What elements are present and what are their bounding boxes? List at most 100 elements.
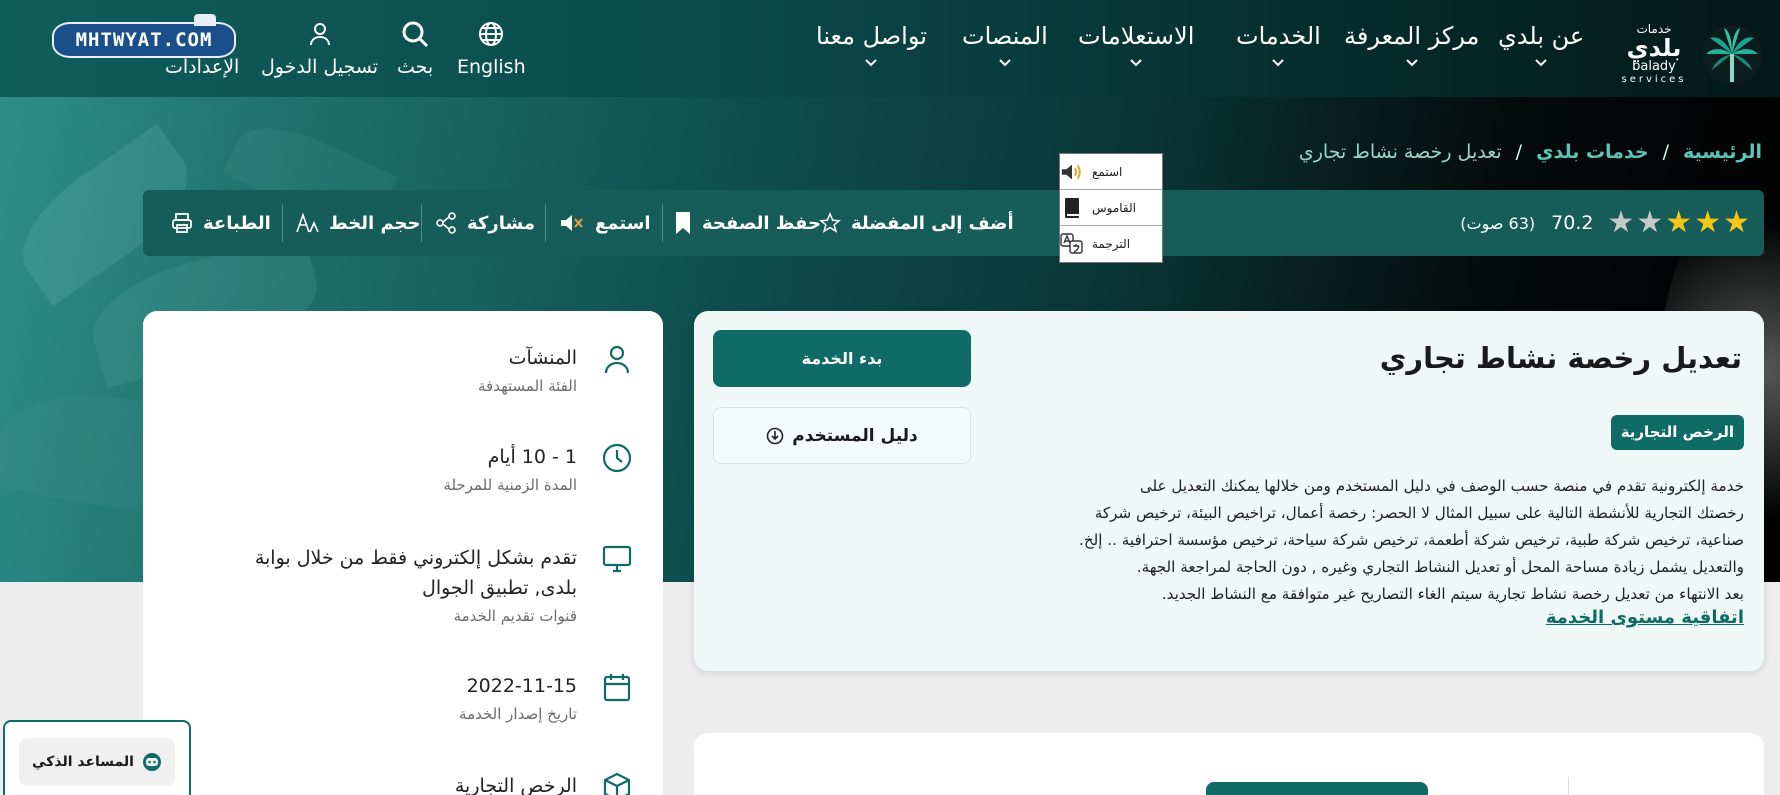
- language-switch[interactable]: English: [457, 18, 526, 78]
- fact-value: 1 - 10 أيام: [487, 446, 577, 468]
- printer-icon: [172, 213, 192, 233]
- star-empty-icon[interactable]: ★: [1636, 208, 1663, 238]
- smart-assistant-button[interactable]: المساعد الذكي: [19, 738, 175, 786]
- breadcrumb-current: تعديل رخصة نشاط تجاري: [1298, 141, 1502, 163]
- popup-listen-label: استمع: [1092, 164, 1123, 179]
- smart-assistant-widget[interactable]: المساعد الذكي: [3, 720, 191, 795]
- nav-label: الخدمات: [1236, 22, 1321, 50]
- nav-label: عن بلدي: [1498, 22, 1585, 50]
- font-size-label: حجم الخط: [329, 212, 421, 234]
- rating-widget[interactable]: ★ ★ ★ ★ ★ 70.2 (63 صوت): [1460, 190, 1750, 256]
- box-icon: [603, 772, 631, 795]
- star-filled-icon[interactable]: ★: [1694, 208, 1721, 238]
- fact-label: قنوات تقديم الخدمة: [453, 607, 577, 625]
- category-badge[interactable]: الرخص التجارية: [1610, 415, 1744, 450]
- popup-translate[interactable]: الترجمة: [1060, 226, 1162, 262]
- breadcrumb: الرئيسية / خدمات بلدي / تعديل رخصة نشاط …: [1299, 141, 1762, 163]
- fact-release-date: 2022-11-15 تاريخ إصدار الخدمة: [459, 671, 633, 723]
- toolbar-divider: [545, 204, 546, 242]
- nav-label: تواصل معنا: [816, 22, 927, 50]
- nav-item-inquiries[interactable]: الاستعلامات: [1078, 22, 1194, 70]
- fact-label: تاريخ إصدار الخدمة: [459, 705, 577, 723]
- nav-label: مركز المعرفة: [1344, 22, 1480, 50]
- rating-votes: (63 صوت): [1460, 213, 1536, 233]
- description-line: والتعديل يشمل زيادة مساحة المحل أو تعديل…: [1136, 558, 1744, 576]
- globe-icon: [477, 18, 505, 50]
- search-label: بحث: [397, 56, 434, 78]
- fact-duration: 1 - 10 أيام المدة الزمنية للمرحلة: [443, 442, 633, 494]
- popup-dictionary[interactable]: القاموس: [1060, 190, 1162, 226]
- nav-item-about[interactable]: عن بلدي: [1498, 22, 1584, 70]
- settings-link[interactable]: الإعدادات: [165, 18, 239, 78]
- nav-item-platforms[interactable]: المنصات: [962, 22, 1048, 70]
- calendar-icon: [603, 674, 631, 702]
- fact-label: المدة الزمنية للمرحلة: [443, 476, 577, 494]
- save-page-button[interactable]: حفظ الصفحة: [674, 190, 821, 256]
- share-label: مشاركة: [467, 212, 535, 234]
- nav-item-services[interactable]: الخدمات: [1236, 22, 1321, 70]
- nav-label: الاستعلامات: [1078, 22, 1195, 50]
- breadcrumb-services[interactable]: خدمات بلدي: [1536, 141, 1649, 163]
- login-link[interactable]: تسجيل الدخول: [261, 18, 378, 78]
- chevron-down-icon: [999, 59, 1011, 67]
- nav-item-knowledge-center[interactable]: مركز المعرفة: [1344, 22, 1479, 70]
- robot-icon: [142, 753, 161, 771]
- fact-value: الرخص التجارية: [454, 775, 577, 795]
- print-label: الطباعة: [203, 212, 271, 234]
- search-link[interactable]: بحث: [397, 18, 433, 78]
- secondary-card-divider: [1568, 777, 1569, 795]
- service-facts-card: المنشآت الفئة المستهدفة 1 - 10 أيام المد…: [143, 311, 663, 795]
- service-card: تعديل رخصة نشاط تجاري بدء الخدمة دليل ال…: [694, 311, 1764, 671]
- chevron-down-icon: [1130, 59, 1142, 67]
- listen-button[interactable]: استمع: [559, 190, 651, 256]
- description-line: خدمة إلكترونية تقدم في منصة حسب الوصف في…: [1139, 477, 1744, 495]
- balady-wordmark: خدمات بلدي balady services: [1618, 22, 1690, 85]
- book-icon: [1060, 197, 1084, 219]
- breadcrumb-home[interactable]: الرئيسية: [1683, 141, 1762, 163]
- font-size-icon: [296, 212, 319, 233]
- print-button[interactable]: الطباعة: [171, 190, 271, 256]
- popup-translate-label: الترجمة: [1092, 237, 1131, 251]
- description-line: بعد الانتهاء من تعديل رخصة نشاط تجارية س…: [1161, 585, 1744, 603]
- secondary-card: [694, 733, 1764, 795]
- fact-value: تقدم بشكل إلكتروني فقط من خلال بوابة بلد…: [254, 547, 577, 599]
- service-description: خدمة إلكترونية تقدم في منصة حسب الوصف في…: [1004, 473, 1744, 608]
- breadcrumb-separator: /: [1515, 141, 1523, 163]
- star-outline-icon: [819, 212, 841, 233]
- user-guide-label: دليل المستخدم: [792, 425, 918, 446]
- star-filled-icon[interactable]: ★: [1723, 208, 1750, 238]
- user-icon: [308, 18, 332, 50]
- nav-item-contact[interactable]: تواصل معنا: [816, 22, 927, 70]
- sla-link[interactable]: اتفاقية مستوى الخدمة: [1546, 607, 1744, 628]
- nav-label: المنصات: [962, 22, 1048, 50]
- monitor-icon: [602, 545, 632, 573]
- share-button[interactable]: مشاركة: [435, 190, 535, 256]
- user-guide-button[interactable]: دليل المستخدم: [713, 407, 971, 464]
- page-title: تعديل رخصة نشاط تجاري: [1379, 341, 1742, 375]
- page-toolbar: الطباعة حجم الخط مشاركة استمع حفظ الصفحة…: [143, 190, 1764, 256]
- save-page-label: حفظ الصفحة: [702, 212, 821, 234]
- download-icon: [766, 427, 784, 444]
- listen-label: استمع: [595, 212, 651, 234]
- chevron-down-icon: [865, 59, 878, 67]
- description-line: رخصتك التجارية للأنشطة التالية على سبيل …: [1094, 504, 1744, 522]
- popup-listen[interactable]: استمع: [1060, 154, 1162, 190]
- chevron-down-icon: [1535, 59, 1547, 67]
- logo-en-sub: services: [1621, 74, 1687, 85]
- start-service-button[interactable]: بدء الخدمة: [713, 330, 971, 387]
- secondary-card-button[interactable]: [1206, 782, 1428, 795]
- star-empty-icon[interactable]: ★: [1607, 208, 1634, 238]
- balady-logo[interactable]: خدمات بلدي balady services: [1618, 22, 1764, 88]
- star-filled-icon[interactable]: ★: [1665, 208, 1692, 238]
- add-favorite-label: أضف إلى المفضلة: [851, 212, 1014, 234]
- font-size-button[interactable]: حجم الخط: [295, 190, 421, 256]
- speaker-muted-icon: [561, 215, 583, 231]
- fact-channels: تقدم بشكل إلكتروني فقط من خلال بوابة بلد…: [217, 543, 633, 625]
- site-header: MHTWYAT.COM الإعدادات تسجيل الدخول بحث E…: [0, 0, 1780, 97]
- add-favorite-button[interactable]: أضف إلى المفضلة: [819, 190, 1014, 256]
- fact-value: 2022-11-15: [466, 675, 577, 697]
- speaker-icon: [1060, 161, 1084, 183]
- toolbar-divider: [421, 204, 422, 242]
- fact-target-audience: المنشآت الفئة المستهدفة: [478, 343, 633, 395]
- clock-icon: [602, 443, 632, 473]
